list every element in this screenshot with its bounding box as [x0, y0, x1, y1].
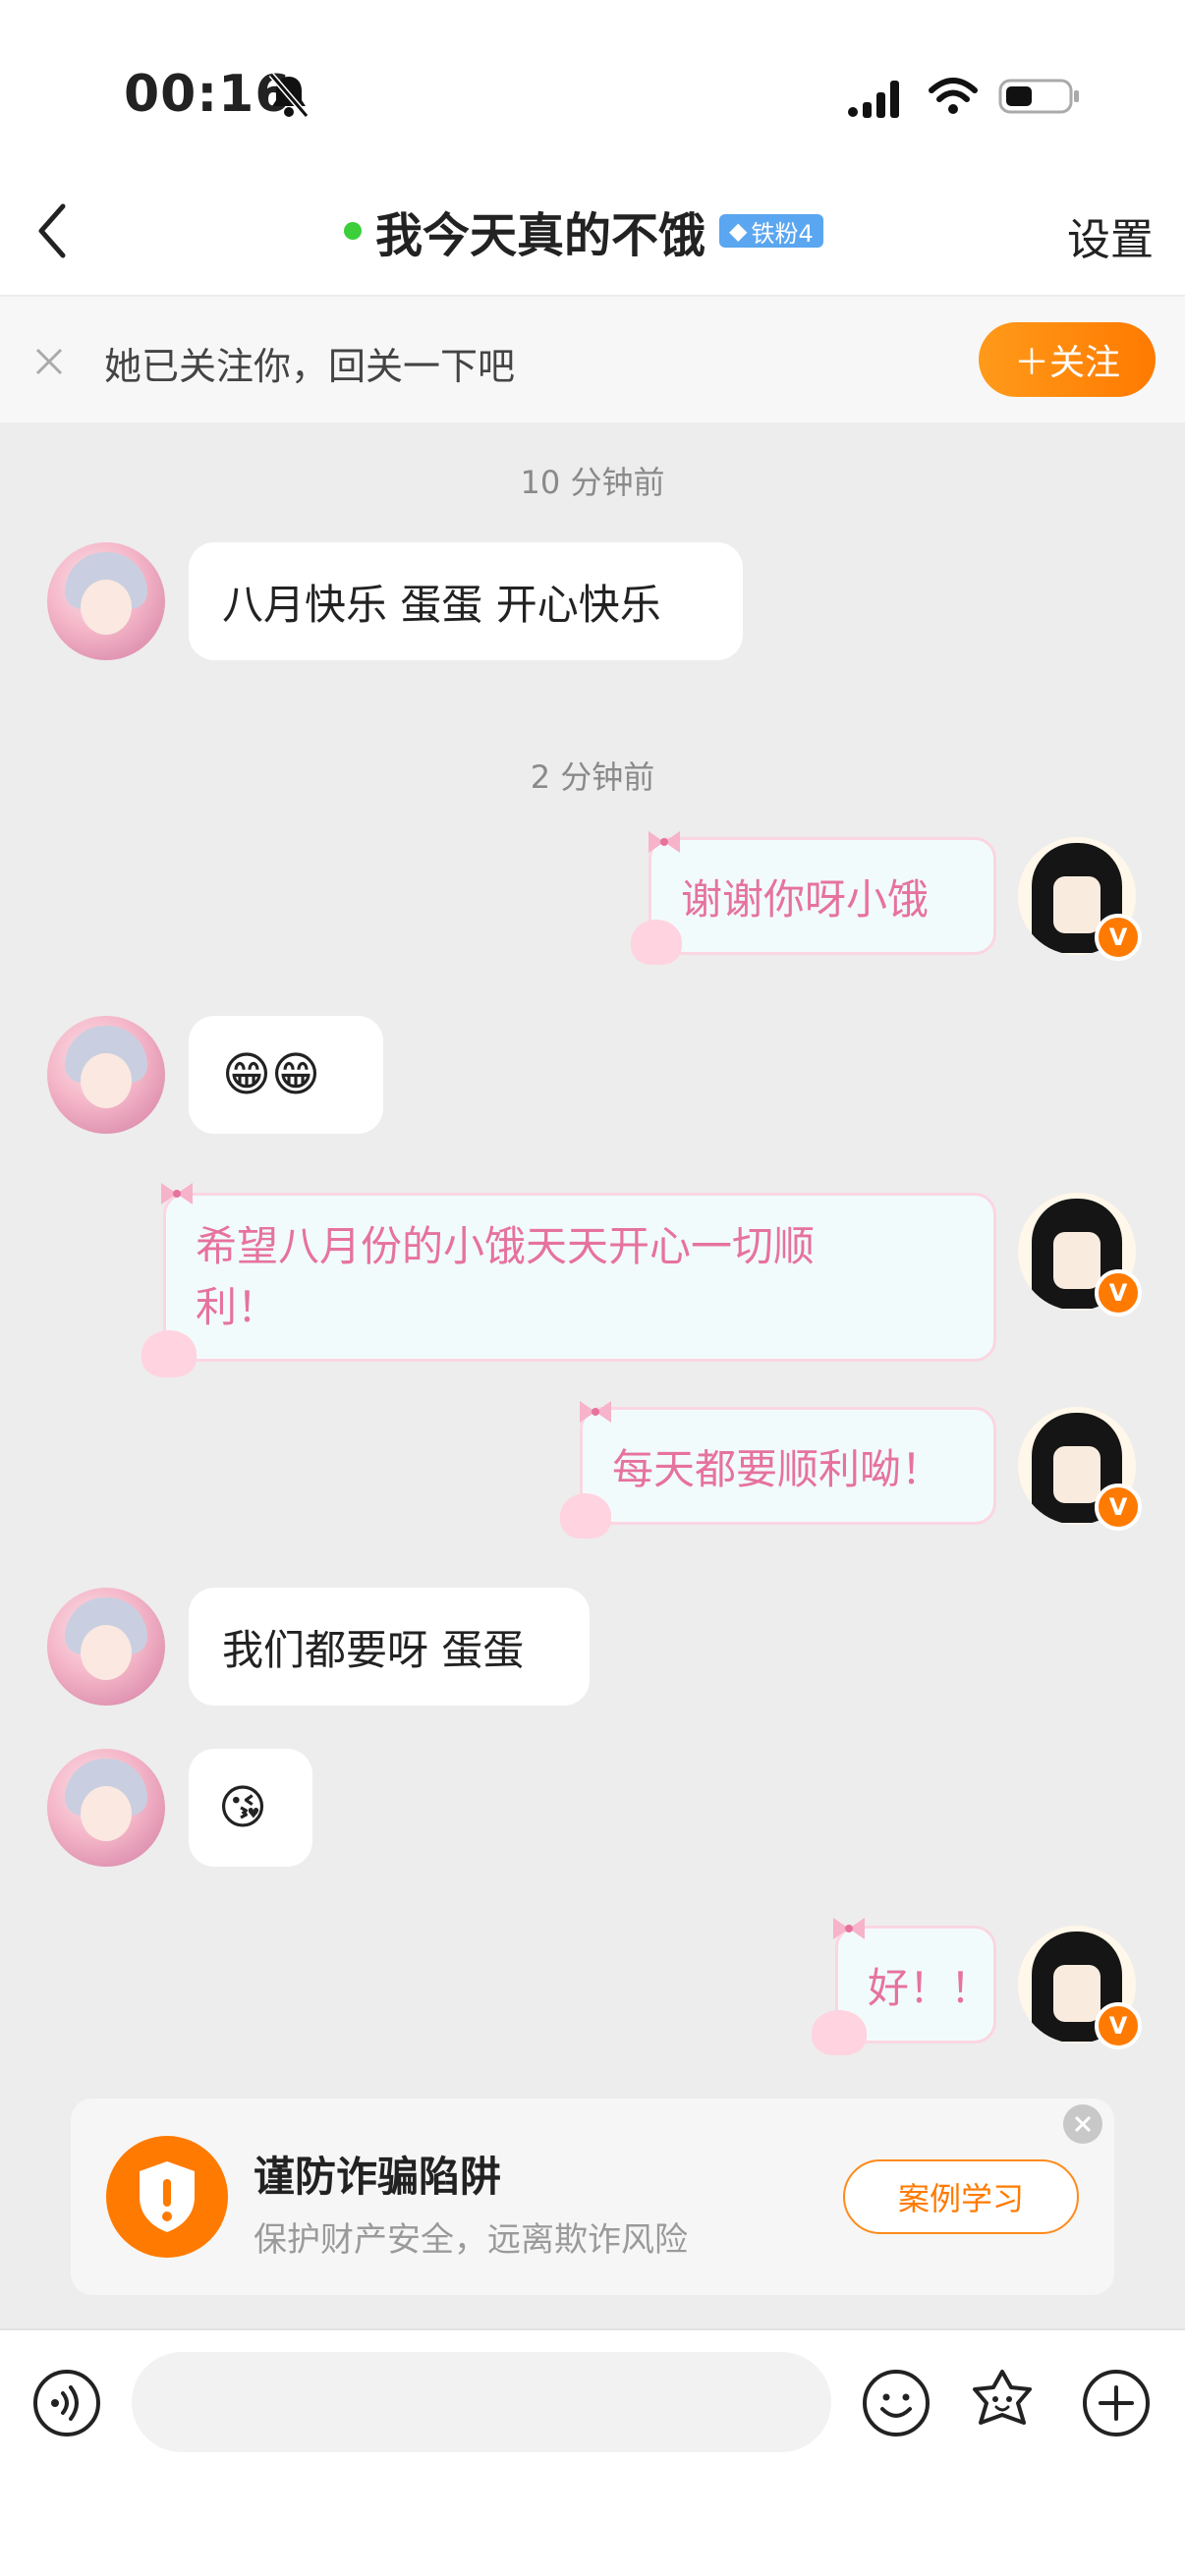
avatar[interactable]: [47, 1749, 165, 1867]
message-bubble[interactable]: 谢谢你呀小饿: [649, 837, 996, 955]
plus-icon[interactable]: [1081, 2368, 1152, 2438]
bow-decoration-icon: [161, 1183, 193, 1204]
avatar-face: [1053, 1446, 1100, 1503]
fan-badge-label: 铁粉4: [751, 219, 814, 248]
emoji-icon[interactable]: [861, 2368, 931, 2438]
chat-title: 我今天真的不饿: [375, 208, 706, 263]
message-bubble[interactable]: 😘: [189, 1749, 312, 1867]
message-text: 八月快乐 蛋蛋 开心快乐: [222, 580, 661, 629]
fan-level-badge: ◆ 铁粉4: [719, 214, 823, 248]
sticker-icon[interactable]: [967, 2366, 1038, 2436]
follow-suggestion-text: 她已关注你，回关一下吧: [104, 345, 516, 388]
message-bubble[interactable]: 我们都要呀 蛋蛋: [189, 1588, 590, 1706]
verified-badge: V: [1095, 2002, 1142, 2049]
verified-badge: V: [1095, 1269, 1142, 1316]
back-arrow-icon[interactable]: [29, 196, 79, 265]
avatar-face: [1053, 1965, 1100, 2022]
verified-badge: V: [1095, 1484, 1142, 1531]
message-bubble[interactable]: 每天都要顺利呦！: [580, 1407, 996, 1525]
online-status-dot: [344, 222, 362, 240]
avatar-face: [81, 1786, 132, 1841]
message-bubble[interactable]: 希望八月份的小饿天天开心一切顺 利！: [163, 1193, 996, 1362]
fraud-warning-subtitle: 保护财产安全，远离欺诈风险: [254, 2220, 688, 2260]
diamond-icon: ◆: [729, 217, 748, 245]
avatar[interactable]: [47, 1016, 165, 1134]
bow-decoration-icon: [580, 1401, 611, 1423]
verified-badge: V: [1095, 914, 1142, 961]
peach-decoration-icon: [812, 2010, 867, 2055]
follow-back-button[interactable]: ＋关注: [979, 322, 1156, 397]
voice-icon[interactable]: [31, 2368, 102, 2438]
avatar-face: [1053, 1232, 1100, 1289]
avatar-face: [81, 1053, 132, 1108]
message-timestamp: 10 分钟前: [520, 464, 665, 501]
peach-decoration-icon: [631, 920, 682, 965]
shield-warning-icon: [106, 2136, 228, 2258]
divider: [0, 2328, 1185, 2330]
message-text: 我们都要呀 蛋蛋: [222, 1625, 525, 1674]
signal-icon: [848, 81, 899, 118]
message-text: 好！！: [868, 1963, 992, 2012]
chat-title-group[interactable]: 我今天真的不饿 ◆ 铁粉4: [344, 196, 823, 265]
avatar-face: [1053, 876, 1100, 933]
message-text: 😘: [218, 1780, 268, 1835]
message-bubble[interactable]: 八月快乐 蛋蛋 开心快乐: [189, 542, 743, 660]
message-text: 每天都要顺利呦！: [612, 1444, 943, 1493]
bow-decoration-icon: [833, 1918, 865, 1939]
message-text-line: 希望八月份的小饿天天开心一切顺: [196, 1222, 816, 1270]
avatar-face: [81, 580, 132, 635]
close-icon[interactable]: [29, 342, 69, 381]
message-text: 😁😁: [222, 1047, 321, 1102]
bell-slash-icon: [268, 73, 310, 118]
avatar-face: [81, 1625, 132, 1680]
message-timestamp: 2 分钟前: [530, 758, 655, 796]
avatar[interactable]: [47, 542, 165, 660]
close-icon[interactable]: [1063, 2104, 1102, 2144]
avatar[interactable]: [47, 1588, 165, 1706]
battery-icon: [998, 79, 1079, 114]
bow-decoration-icon: [649, 831, 680, 853]
message-text-line: 利！: [196, 1283, 279, 1331]
message-input[interactable]: [132, 2352, 831, 2452]
message-text: 谢谢你呀小饿: [681, 874, 930, 924]
message-bubble[interactable]: 😁😁: [189, 1016, 383, 1134]
settings-button[interactable]: 设置: [1067, 204, 1154, 267]
peach-decoration-icon: [141, 1330, 197, 1377]
peach-decoration-icon: [560, 1493, 611, 1539]
status-time: 00:16: [124, 65, 292, 124]
case-study-button[interactable]: 案例学习: [843, 2159, 1079, 2234]
fraud-warning-title: 谨防诈骗陷阱: [254, 2153, 502, 2201]
wifi-icon: [929, 78, 978, 114]
